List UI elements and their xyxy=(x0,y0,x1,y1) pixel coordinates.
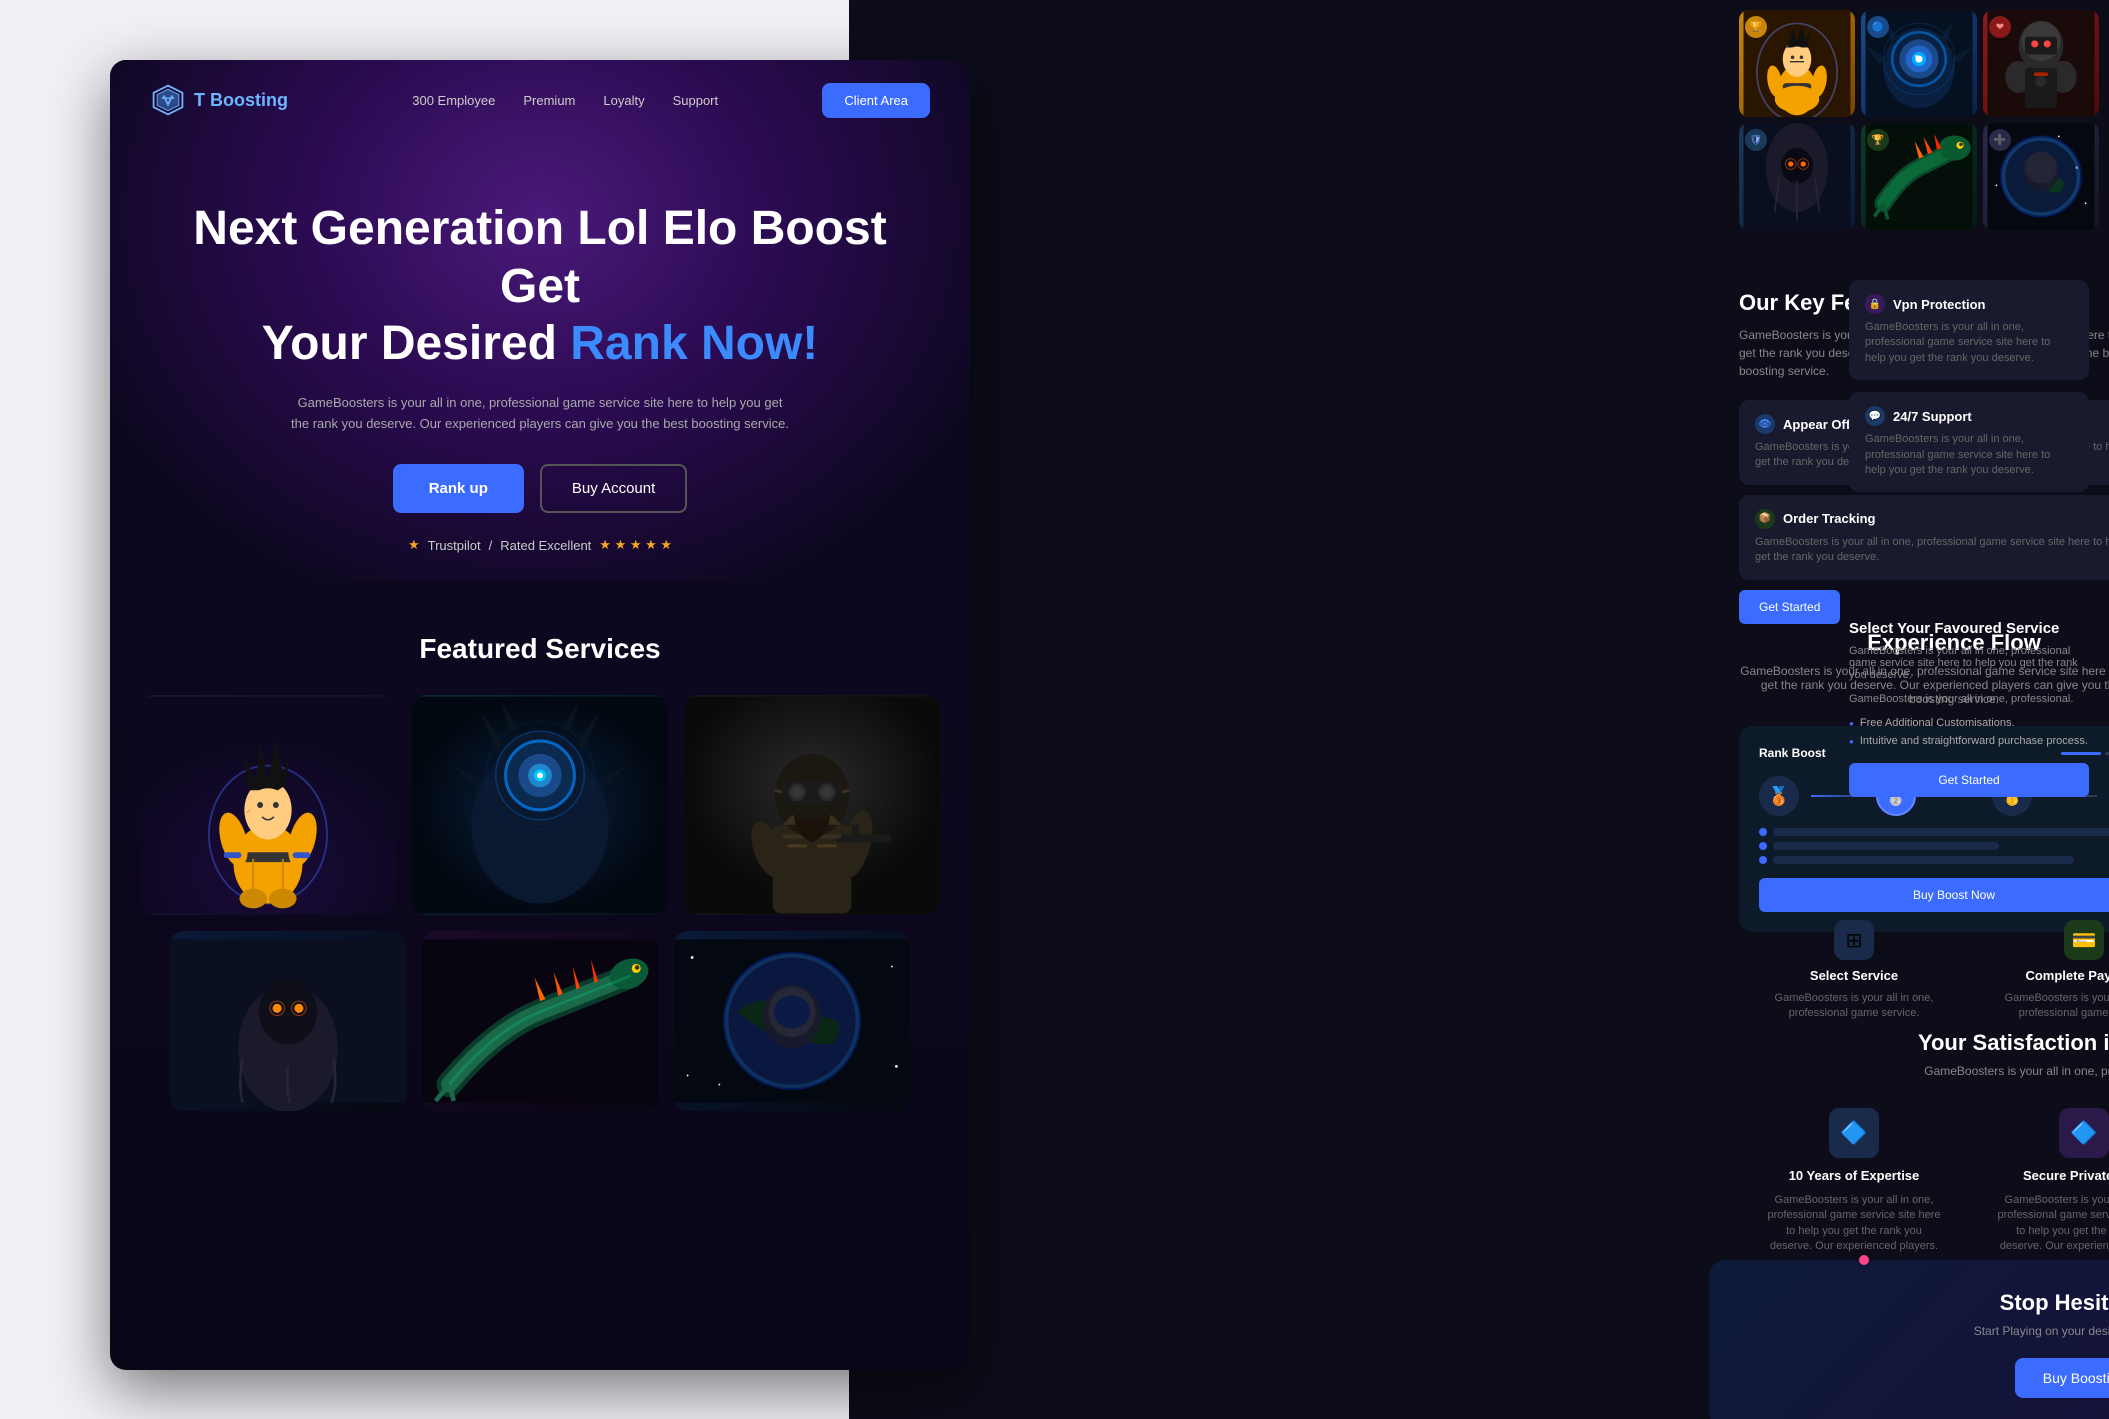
service-card-shield[interactable]: 🛡 xyxy=(170,931,406,1111)
client-area-button[interactable]: Client Area xyxy=(822,83,930,118)
logo: T Boosting xyxy=(150,82,288,118)
game-thumbnails-grid: 🏆 xyxy=(1729,0,2109,240)
expertise-icon: 🔷 xyxy=(1829,1108,1879,1158)
buy-boosting-button[interactable]: Buy Boosting xyxy=(2015,1358,2109,1398)
stop-hesitating-section: Stop Hesitating! Start Playing on your d… xyxy=(1709,1260,2109,1419)
expertise-title: 10 Years of Expertise xyxy=(1789,1168,1920,1183)
support-icon: 💬 xyxy=(1865,406,1885,426)
rating-stars: ★ ★ ★ ★ ★ xyxy=(599,537,672,553)
select-service-title: Select Service xyxy=(1810,968,1898,983)
ssp-feature-2-text: Intuitive and straightforward purchase p… xyxy=(1860,735,2088,747)
hero-headline-line1: Next Generation Lol Elo Boost Get xyxy=(193,202,886,313)
nav-support[interactable]: Support xyxy=(673,93,719,108)
rank-up-button[interactable]: Rank up xyxy=(393,464,524,513)
dragonball-illustration xyxy=(140,695,396,915)
complete-payment-icon: 💳 xyxy=(2064,920,2104,960)
right-panel: 🏆 xyxy=(849,0,2109,1419)
navbar: T Boosting 300 Employee Premium Loyalty … xyxy=(110,60,970,140)
trustpilot-star: ★ xyxy=(408,537,420,553)
service-card-beast[interactable]: ⚡ xyxy=(412,695,668,915)
soldier-illustration xyxy=(684,695,940,915)
featured-services-title: Featured Services xyxy=(140,633,940,665)
service-select-desc: GameBoosters is your all in one, profess… xyxy=(1849,645,2089,681)
satisfaction-items: 🔷 10 Years of Expertise GameBoosters is … xyxy=(1739,1108,2109,1255)
complete-payment-title: Complete Payment xyxy=(2025,968,2109,983)
main-website-panel: T Boosting 300 Employee Premium Loyalty … xyxy=(110,60,970,1370)
hero-description: GameBoosters is your all in one, profess… xyxy=(290,393,790,435)
nav-premium[interactable]: Premium xyxy=(523,93,575,108)
logo-icon xyxy=(150,82,186,118)
ssp-dot-2: ● xyxy=(1849,737,1854,746)
vpn-icon: 🔒 xyxy=(1865,294,1885,314)
trustpilot-label: Trustpilot xyxy=(428,538,481,553)
privacy-title: Secure Private Data xyxy=(2023,1168,2109,1183)
service-select-panel: Select Your Favoured Service GameBooster… xyxy=(1829,600,2109,817)
ssp-feature-1: ● Free Additional Customisations. xyxy=(1849,717,2089,729)
dragon-card-illustration xyxy=(422,931,658,1111)
shield-card-illustration xyxy=(170,931,406,1111)
nav-employees[interactable]: 300 Employee xyxy=(412,93,495,108)
hero-section: Next Generation Lol Elo Boost Get Your D… xyxy=(110,140,970,593)
privacy-desc: GameBoosters is your all in one, profess… xyxy=(1994,1193,2109,1255)
game-thumb-4[interactable]: 🛡 xyxy=(1739,123,1855,230)
hero-headline: Next Generation Lol Elo Boost Get Your D… xyxy=(190,200,890,373)
support-title: 24/7 Support xyxy=(1893,409,1972,424)
feature-vpn: 🔒 Vpn Protection GameBoosters is your al… xyxy=(1849,280,2089,380)
trustpilot-sep: / xyxy=(489,538,493,553)
service-card-dragon[interactable]: 🐉 xyxy=(422,931,658,1111)
game-thumb-6[interactable]: ➕ xyxy=(1983,123,2099,230)
satisfaction-title: Your Satisfaction is Guaranteed xyxy=(1739,1030,2109,1056)
order-tracking-desc: GameBoosters is your all in one, profess… xyxy=(1755,535,2109,566)
select-service-icon: ⊞ xyxy=(1834,920,1874,960)
hero-headline-line2: Your Desired xyxy=(262,317,557,370)
features-right-panel: 🔒 Vpn Protection GameBoosters is your al… xyxy=(1829,260,2109,512)
featured-services-section: Featured Services 🏆 xyxy=(110,593,970,1131)
appear-offline-icon: 👁 xyxy=(1755,414,1775,434)
sat-item-expertise: 🔷 10 Years of Expertise GameBoosters is … xyxy=(1764,1108,1944,1255)
beast-illustration xyxy=(412,695,668,915)
buy-account-button[interactable]: Buy Account xyxy=(540,464,687,513)
flow-diagram-title: Rank Boost xyxy=(1759,746,1826,760)
service-card-dragonball[interactable]: 🏆 xyxy=(140,695,396,915)
expertise-desc: GameBoosters is your all in one, profess… xyxy=(1764,1193,1944,1255)
hero-buttons: Rank up Buy Account xyxy=(190,464,890,513)
game-thumb-1[interactable]: 🏆 xyxy=(1739,10,1855,117)
sat-item-privacy: 🔷 Secure Private Data GameBoosters is yo… xyxy=(1994,1108,2109,1255)
nav-links: 300 Employee Premium Loyalty Support xyxy=(338,93,792,108)
order-tracking-icon: 📦 xyxy=(1755,509,1775,529)
decor-dot-pink-1 xyxy=(1859,1255,1869,1265)
nav-loyalty[interactable]: Loyalty xyxy=(603,93,644,108)
game-thumb-5[interactable]: 🏆 xyxy=(1861,123,1977,230)
stop-hesitating-desc: Start Playing on your desired Rank Today xyxy=(1739,1324,2109,1338)
satisfaction-desc: GameBoosters is your all in one, profess… xyxy=(1739,1064,2109,1078)
service-card-soldier[interactable]: 🎯 xyxy=(684,695,940,915)
ssp-feature-2: ● Intuitive and straightforward purchase… xyxy=(1849,735,2089,747)
ssp-dot-1: ● xyxy=(1849,719,1854,728)
service-get-started-button[interactable]: Get Started xyxy=(1849,763,2089,797)
privacy-icon: 🔷 xyxy=(2059,1108,2109,1158)
rank-icon-1: 🥉 xyxy=(1759,776,1799,816)
vpn-title: Vpn Protection xyxy=(1893,297,1985,312)
service-select-subdesc: GameBoosters is your all in one, profess… xyxy=(1849,693,2089,705)
trustpilot-rating: ★ Trustpilot / Rated Excellent ★ ★ ★ ★ ★ xyxy=(190,537,890,553)
ssp-feature-1-text: Free Additional Customisations. xyxy=(1860,717,2015,729)
order-tracking-title: Order Tracking xyxy=(1783,511,1875,526)
hero-headline-highlight: Rank Now! xyxy=(570,317,818,370)
service-grid: 🏆 xyxy=(140,695,940,915)
rating-text: Rated Excellent xyxy=(500,538,591,553)
stop-hesitating-title: Stop Hesitating! xyxy=(1739,1290,2109,1316)
service-grid-bottom: 🛡 🐉 xyxy=(140,931,940,1111)
satisfaction-section: Your Satisfaction is Guaranteed GameBoos… xyxy=(1709,1000,2109,1285)
logo-text: T Boosting xyxy=(194,90,288,111)
game-thumb-3[interactable]: ❤ xyxy=(1983,10,2099,117)
service-card-space[interactable]: ➕ xyxy=(674,931,910,1111)
support-desc: GameBoosters is your all in one, profess… xyxy=(1865,432,2073,478)
vpn-desc: GameBoosters is your all in one, profess… xyxy=(1865,320,2073,366)
feature-support: 💬 24/7 Support GameBoosters is your all … xyxy=(1849,392,2089,492)
game-thumb-2[interactable]: 🔵 xyxy=(1861,10,1977,117)
service-select-title: Select Your Favoured Service xyxy=(1849,620,2089,637)
service-select-features: ● Free Additional Customisations. ● Intu… xyxy=(1849,717,2089,747)
space-card-illustration xyxy=(674,931,910,1111)
